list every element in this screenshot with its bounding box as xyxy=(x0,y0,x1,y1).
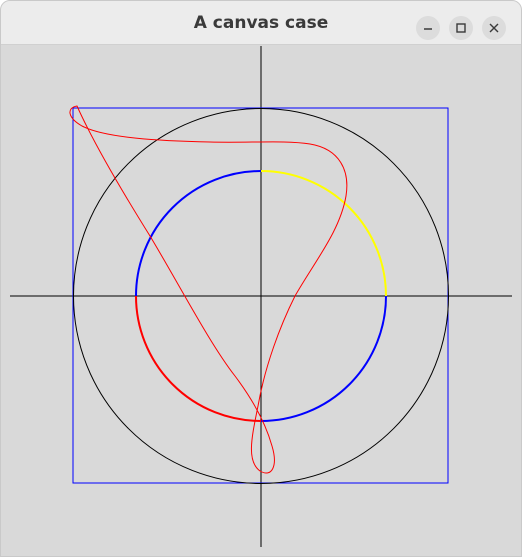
inner-arc-bottom-right xyxy=(260,295,387,422)
freehand-curve xyxy=(69,105,348,474)
inner-arc-bottom-left xyxy=(135,295,262,422)
maximize-button[interactable] xyxy=(449,16,473,40)
drawing-canvas[interactable] xyxy=(10,46,512,547)
app-window: A canvas case xyxy=(0,0,522,557)
canvas-svg xyxy=(10,46,512,547)
inner-arc-top-right xyxy=(260,170,387,297)
title-bar[interactable]: A canvas case xyxy=(1,1,521,45)
minimize-button[interactable] xyxy=(416,16,440,40)
inner-arc-top-left xyxy=(135,170,262,297)
close-icon xyxy=(489,23,499,33)
minimize-icon xyxy=(424,28,432,30)
close-button[interactable] xyxy=(482,16,506,40)
maximize-icon xyxy=(456,23,466,33)
window-title: A canvas case xyxy=(193,13,329,33)
